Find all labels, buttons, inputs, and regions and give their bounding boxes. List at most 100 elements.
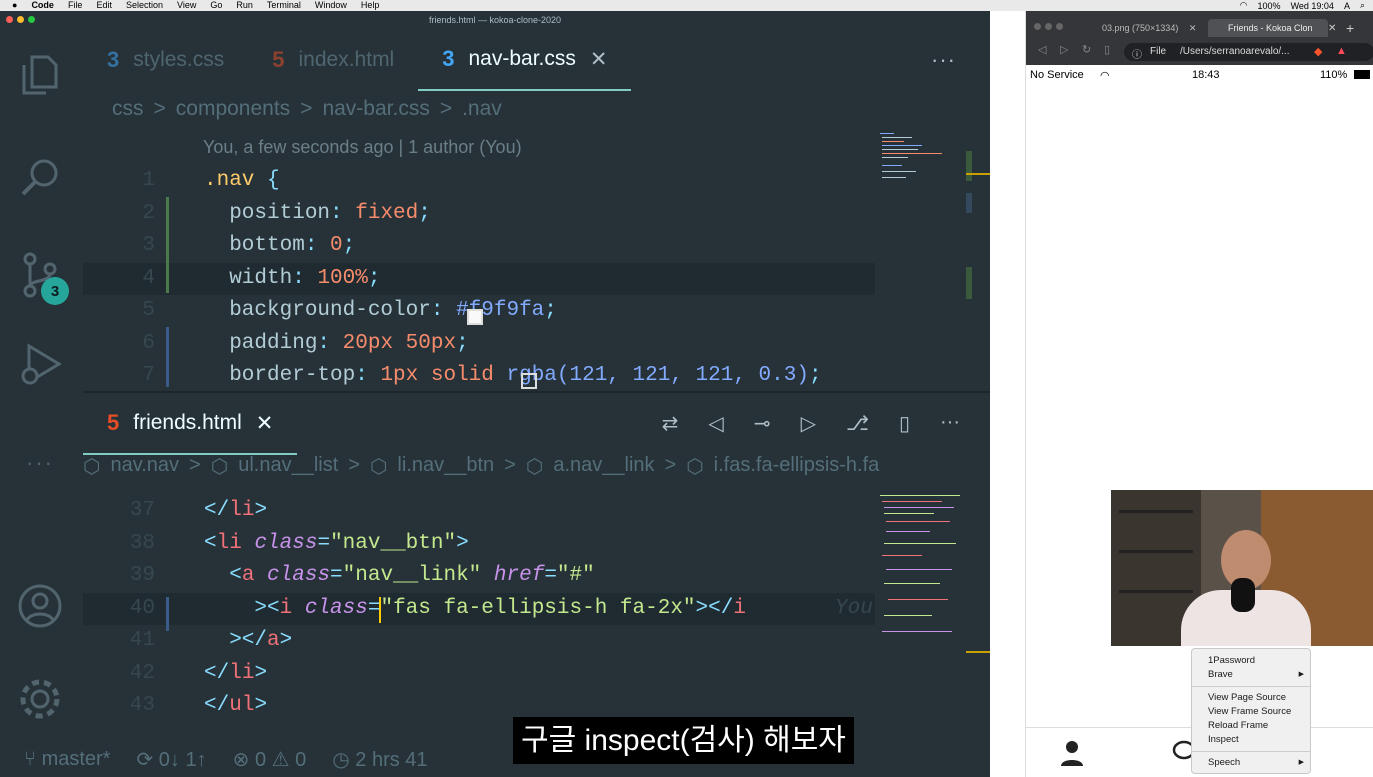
menu-edit[interactable]: Edit bbox=[96, 0, 112, 11]
run-debug-icon[interactable] bbox=[16, 341, 64, 389]
info-icon[interactable]: ⓘ bbox=[1132, 46, 1142, 61]
more-actions-icon[interactable]: ··· bbox=[931, 47, 956, 73]
breadcrumb-item[interactable]: ul.nav__list bbox=[238, 454, 338, 479]
minimize-window-button[interactable] bbox=[1045, 23, 1052, 30]
code-token: </ bbox=[204, 694, 230, 717]
close-window-button[interactable] bbox=[1034, 23, 1041, 30]
breadcrumb-separator: > bbox=[664, 454, 677, 476]
wifi-icon[interactable]: ◠ bbox=[1240, 0, 1248, 11]
settings-gear-icon[interactable] bbox=[16, 675, 64, 723]
git-graph-icon[interactable]: ⎇ bbox=[846, 411, 869, 436]
breadcrumb-item[interactable]: css bbox=[112, 97, 144, 121]
forward-icon[interactable]: ▷ bbox=[1060, 43, 1068, 56]
bookmark-icon[interactable]: ▯ bbox=[1104, 43, 1110, 56]
minimize-window-button[interactable] bbox=[17, 16, 24, 23]
code-line[interactable]: 40 ><i class="fas fa-ellipsis-h fa-2x"><… bbox=[83, 592, 875, 625]
menu-help[interactable]: Help bbox=[361, 0, 380, 11]
clock[interactable]: Wed 19:04 bbox=[1291, 1, 1334, 11]
context-menu-item-reload-frame[interactable]: Reload Frame bbox=[1192, 719, 1310, 733]
spotlight-icon[interactable]: ⌕ bbox=[1360, 0, 1365, 11]
battery-label[interactable]: 100% bbox=[1258, 1, 1281, 11]
back-icon[interactable]: ◁ bbox=[1038, 43, 1046, 56]
context-menu-item-brave[interactable]: Brave bbox=[1192, 668, 1310, 682]
context-menu-item-inspect[interactable]: Inspect bbox=[1192, 733, 1310, 747]
search-icon[interactable] bbox=[16, 153, 64, 201]
context-menu-item-1password[interactable]: 1Password bbox=[1192, 654, 1310, 668]
problems-status[interactable]: ⊗ 0 ⚠ 0 bbox=[233, 747, 307, 772]
tab-nav-bar-css[interactable]: 3 nav-bar.css ✕ bbox=[418, 29, 632, 91]
code-line[interactable]: 42 </li> bbox=[83, 658, 875, 690]
html-minimap[interactable] bbox=[876, 491, 966, 651]
close-window-button[interactable] bbox=[6, 16, 13, 23]
css-editor[interactable]: 1 .nav {2 position: fixed; 3 bottom: 0; 4 w… bbox=[83, 165, 990, 391]
codelens-blame[interactable]: You, a few seconds ago | 1 author (You) bbox=[203, 137, 522, 158]
more-actions-icon[interactable]: ··· bbox=[940, 411, 960, 436]
color-swatch[interactable] bbox=[521, 373, 537, 389]
close-tab-icon[interactable]: ✕ bbox=[1189, 23, 1197, 33]
menu-run[interactable]: Run bbox=[236, 0, 253, 11]
code-line[interactable]: 1 .nav { bbox=[83, 165, 875, 197]
context-menu-item-speech[interactable]: Speech bbox=[1192, 756, 1310, 770]
code-text: ><i class="fas fa-ellipsis-h fa-2x"></i bbox=[204, 593, 746, 625]
breadcrumb-item[interactable]: nav-bar.css bbox=[322, 97, 429, 121]
breadcrumb-item[interactable]: li.nav__btn bbox=[397, 454, 494, 479]
address-bar[interactable]: ⓘ File /Users/serranoarevalo/... ◆ ▲ bbox=[1124, 43, 1373, 61]
menu-window[interactable]: Window bbox=[315, 0, 347, 11]
browser-tab[interactable]: 03.png (750×1334) ✕ bbox=[1102, 19, 1196, 37]
input-source[interactable]: A bbox=[1344, 1, 1350, 11]
breadcrumb-item[interactable]: i.fas.fa-ellipsis-h.fa bbox=[714, 454, 880, 479]
more-views-icon[interactable]: ··· bbox=[16, 439, 64, 487]
breadcrumb-item[interactable]: a.nav__link bbox=[553, 454, 654, 479]
code-line[interactable]: 37 </li> bbox=[83, 495, 875, 527]
tab-styles-css[interactable]: 3 styles.css bbox=[83, 29, 248, 91]
apple-icon[interactable]: ● bbox=[12, 0, 17, 11]
browser-tab-active[interactable]: Friends - Kokoa Clon bbox=[1208, 19, 1328, 37]
code-line[interactable]: 7 border-top: 1px solid rgba(121, 121, 1… bbox=[83, 360, 875, 391]
code-line[interactable]: 4 width: 100%; bbox=[83, 262, 875, 295]
code-line[interactable]: 38 <li class="nav__btn"> bbox=[83, 528, 875, 560]
tab-friends-html[interactable]: 5 friends.html ✕ bbox=[83, 393, 298, 455]
code-line[interactable]: 39 <a class="nav__link" href="#" bbox=[83, 560, 875, 592]
user-icon[interactable] bbox=[1060, 740, 1084, 766]
brave-rewards-icon[interactable]: ▲ bbox=[1336, 45, 1347, 57]
account-icon[interactable] bbox=[16, 582, 64, 630]
html-editor[interactable]: 37 </li> 38 <li class="nav__btn"> 39 <a clas… bbox=[83, 495, 990, 741]
menu-view[interactable]: View bbox=[177, 0, 196, 11]
next-change-icon[interactable]: ▷ bbox=[801, 411, 816, 436]
zoom-window-button[interactable] bbox=[1056, 23, 1063, 30]
breadcrumb-item[interactable]: nav.nav bbox=[110, 454, 179, 479]
color-swatch[interactable] bbox=[467, 309, 483, 325]
close-tab-icon[interactable]: ✕ bbox=[256, 411, 274, 436]
tab-index-html[interactable]: 5 index.html bbox=[248, 29, 418, 91]
menu-go[interactable]: Go bbox=[210, 0, 222, 11]
context-menu-item-view-frame-source[interactable]: View Frame Source bbox=[1192, 705, 1310, 719]
css-minimap[interactable] bbox=[876, 131, 966, 191]
brave-shield-icon[interactable]: ◆ bbox=[1314, 45, 1322, 58]
new-tab-icon[interactable]: + bbox=[1346, 20, 1354, 36]
branch-status[interactable]: ⑂ master* bbox=[24, 748, 110, 771]
git-branch-icon: ⑂ bbox=[24, 748, 42, 770]
open-changes-icon[interactable]: ⇄ bbox=[662, 411, 679, 436]
menu-selection[interactable]: Selection bbox=[126, 0, 163, 11]
sync-status[interactable]: ⟳ 0↓ 1↑ bbox=[136, 747, 206, 772]
menu-file[interactable]: File bbox=[68, 0, 83, 11]
code-line[interactable]: 3 bottom: 0; bbox=[83, 230, 875, 262]
code-line[interactable]: 6 padding: 20px 50px; bbox=[83, 328, 875, 360]
close-tab-icon[interactable]: ✕ bbox=[590, 47, 608, 72]
code-text: border-top: 1px solid rgba(121, 121, 121… bbox=[204, 360, 821, 391]
menu-terminal[interactable]: Terminal bbox=[267, 0, 301, 11]
commit-icon[interactable]: ⊸ bbox=[754, 411, 771, 436]
breadcrumb-item[interactable]: components bbox=[176, 97, 290, 121]
previous-change-icon[interactable]: ◁ bbox=[708, 411, 723, 436]
close-tab-icon[interactable]: ✕ bbox=[1328, 23, 1336, 34]
time-tracker[interactable]: ◷ 2 hrs 41 bbox=[332, 747, 427, 772]
context-menu-item-view-page-source[interactable]: View Page Source bbox=[1192, 691, 1310, 705]
menu-code[interactable]: Code bbox=[31, 0, 54, 11]
split-editor-icon[interactable]: ▯ bbox=[899, 411, 910, 436]
code-line[interactable]: 2 position: fixed; bbox=[83, 198, 875, 230]
zoom-window-button[interactable] bbox=[28, 16, 35, 23]
code-line[interactable]: 41 ></a> bbox=[83, 625, 875, 657]
breadcrumb-item[interactable]: .nav bbox=[462, 97, 502, 121]
reload-icon[interactable]: ↻ bbox=[1082, 43, 1091, 56]
explorer-icon[interactable] bbox=[16, 51, 64, 99]
